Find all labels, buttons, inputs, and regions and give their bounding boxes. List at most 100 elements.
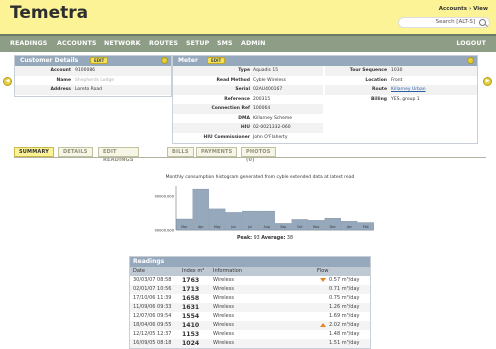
- nav-readings[interactable]: READINGS: [10, 40, 47, 47]
- meter-row: Reference 200315: [173, 95, 323, 105]
- serial-value: 02AU400167: [253, 87, 283, 92]
- table-row[interactable]: 12/07/06 09:54 1554 Wireless 1.69 m³/day: [130, 312, 370, 321]
- reading-flow: 2.02 m³/day: [329, 322, 360, 328]
- meter-extra-row: Location Front: [325, 76, 477, 86]
- nav-sms[interactable]: SMS: [217, 40, 233, 47]
- flow-trend-down-icon: [320, 278, 326, 282]
- index-header: Index m³: [182, 268, 205, 274]
- next-record-arrow-icon[interactable]: ▶: [483, 77, 492, 86]
- customer-row: Account 9100086: [15, 66, 171, 76]
- x-tick-label: Dec: [330, 225, 336, 229]
- customer-panel-header: Customer Details EDIT: [15, 56, 171, 66]
- average-value: 38: [286, 236, 294, 241]
- reading-date: 18/04/06 09:55: [133, 322, 172, 328]
- reading-flow: 0.75 m³/day: [329, 295, 360, 301]
- nav-setup[interactable]: SETUP: [186, 40, 209, 47]
- connection-ref-label: Connection Ref: [211, 106, 250, 111]
- nav-network[interactable]: NETWORK: [104, 40, 141, 47]
- meter-row: Connection Ref 100064: [173, 104, 323, 114]
- meter-row: HIU 02-0021332-060: [173, 123, 323, 133]
- reading-index: 1763: [182, 277, 200, 284]
- reading-index: 1713: [182, 286, 200, 293]
- x-tick-label: Mar: [181, 225, 188, 229]
- dma-value: Killarney Scheme: [253, 115, 293, 121]
- table-row[interactable]: 18/04/06 09:55 1410 Wireless 2.02 m³/day: [130, 321, 370, 330]
- meter-row: Serial 02AU400167: [173, 85, 323, 95]
- table-row[interactable]: 11/09/06 09:33 1631 Wireless 1.26 m³/day: [130, 303, 370, 312]
- reading-info: Wireless: [213, 286, 234, 292]
- tour-sequence-label: Tour Sequence: [349, 68, 387, 73]
- reading-flow: 0.57 m³/day: [329, 277, 360, 283]
- table-row[interactable]: 16/09/05 08:18 1024 Wireless 1.51 m³/day: [130, 339, 370, 348]
- x-tick-label: Feb: [363, 225, 369, 229]
- nav-accounts[interactable]: ACCOUNTS: [57, 40, 96, 47]
- dma-label: DMA: [238, 115, 250, 121]
- tab-bills[interactable]: BILLS: [167, 147, 194, 157]
- type-value: Aquadis 15: [253, 68, 279, 73]
- x-tick-label: Apr: [198, 225, 204, 229]
- reference-label: Reference: [224, 96, 250, 102]
- tab-divider: [14, 157, 486, 158]
- tour-sequence-value: 1030: [391, 68, 403, 73]
- breadcrumb: Accounts › View: [438, 6, 488, 12]
- meter-options-icon[interactable]: [467, 57, 474, 64]
- x-tick-label: Sep: [280, 225, 286, 229]
- y-tick-label: 00000.000: [155, 195, 175, 199]
- table-row[interactable]: 12/12/05 12:37 1153 Wireless 1.48 m³/day: [130, 330, 370, 339]
- table-row[interactable]: 02/01/07 10:56 1713 Wireless 0.71 m³/day: [130, 285, 370, 294]
- chart-caption: Monthly consumption histogram generated …: [165, 175, 355, 180]
- connection-ref-value: 100064: [253, 106, 271, 111]
- reading-info: Wireless: [213, 313, 234, 319]
- read-method-value: Cyble Wireless: [253, 77, 286, 83]
- customer-fields: Account 9100086 Name Shepherds Lodge Add…: [15, 66, 171, 95]
- y-tick-label: 00000.000: [155, 229, 175, 233]
- hiu-label: HIU: [240, 125, 250, 130]
- nav-routes[interactable]: ROUTES: [149, 40, 178, 47]
- header-bar: Temetra Accounts › View Search [ALT-S]: [0, 0, 496, 34]
- logout-link[interactable]: LOGOUT: [456, 40, 486, 47]
- reading-info: Wireless: [213, 295, 234, 301]
- search-input[interactable]: Search [ALT-S]: [398, 17, 490, 28]
- customer-row: Address Loreto Road: [15, 85, 171, 95]
- serial-label: Serial: [235, 87, 250, 92]
- table-row[interactable]: 17/10/06 11:39 1658 Wireless 0.75 m³/day: [130, 294, 370, 303]
- tab-summary[interactable]: SUMMARY: [14, 147, 55, 157]
- reading-flow: 1.51 m³/day: [329, 340, 360, 346]
- meter-fields: Type Aquadis 15 Read Method Cyble Wireless…: [173, 66, 323, 142]
- flow-header: Flow: [317, 268, 329, 274]
- reading-index: 1554: [182, 313, 200, 320]
- reading-flow: 1.26 m³/day: [329, 304, 360, 310]
- read-method-label: Read Method: [216, 77, 250, 83]
- customer-edit-button[interactable]: EDIT: [90, 57, 109, 64]
- app-logo[interactable]: Temetra: [10, 3, 88, 23]
- reading-date: 02/01/07 10:56: [133, 286, 172, 292]
- main-nav: READINGS ACCOUNTS NETWORK ROUTES SETUP S…: [0, 34, 496, 52]
- prev-record-arrow-icon[interactable]: ◀: [3, 77, 12, 86]
- meter-row: DMA Killarney Scheme: [173, 114, 323, 124]
- meter-extra-row: Tour Sequence 1030: [325, 66, 477, 76]
- tab-edit-readings[interactable]: EDIT READINGS: [98, 147, 139, 163]
- tab-photos[interactable]: PHOTOS (0): [241, 147, 276, 163]
- meter-edit-button[interactable]: EDIT: [207, 57, 226, 64]
- location-label: Location: [365, 77, 387, 83]
- x-tick-label: Jan: [346, 225, 352, 229]
- meter-extra-fields: Tour Sequence 1030 Location Front Route Kil…: [325, 66, 477, 104]
- x-tick-label: Jun: [230, 225, 236, 229]
- billing-value: YES, group 1: [391, 96, 420, 102]
- location-value: Front: [391, 77, 403, 83]
- table-row[interactable]: 30/03/07 08:58 1763 Wireless 0.57 m³/day: [130, 276, 370, 285]
- route-label: Route: [372, 87, 387, 92]
- search-placeholder: Search [ALT-S]: [435, 19, 475, 25]
- customer-details-panel: Customer Details EDIT Account 9100086 Na…: [14, 55, 172, 97]
- meter-panel-header: Meter EDIT: [173, 56, 477, 66]
- reading-date: 16/09/05 08:18: [133, 340, 172, 346]
- information-header: Information: [213, 268, 242, 274]
- account-value: 9100086: [75, 68, 96, 73]
- search-icon[interactable]: [479, 19, 486, 26]
- nav-admin[interactable]: ADMIN: [241, 40, 265, 47]
- route-link[interactable]: Killarney Urban: [391, 85, 426, 95]
- x-tick-label: May: [214, 225, 221, 229]
- customer-options-icon[interactable]: [161, 57, 168, 64]
- tab-details[interactable]: DETAILS: [58, 147, 93, 157]
- tab-payments[interactable]: PAYMENTS: [196, 147, 238, 157]
